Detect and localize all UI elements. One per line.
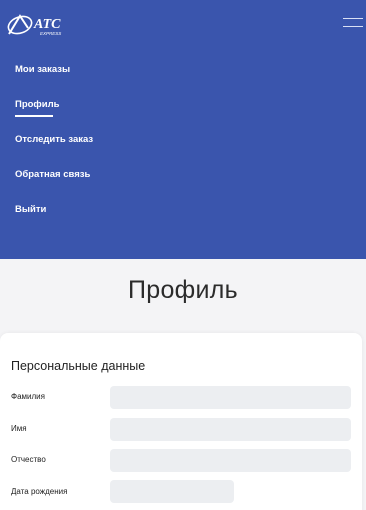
menu-item-track-order[interactable]: Отследить заказ [15,134,93,145]
menu-item-profile[interactable]: Профиль [15,99,59,117]
atc-express-logo[interactable]: ATC EXPRESS [6,10,72,38]
menu-item-logout[interactable]: Выйти [15,204,46,215]
svg-text:EXPRESS: EXPRESS [40,31,61,36]
svg-text:ATC: ATC [33,17,61,32]
personal-data-card: Персональные данные Фамилия Имя Отчество… [0,333,362,510]
last-name-field[interactable] [110,386,351,409]
hamburger-menu-icon[interactable] [343,14,363,30]
first-name-field[interactable] [110,418,351,441]
personal-data-title: Персональные данные [11,359,146,373]
navigation-panel: ATC EXPRESS Мои заказы Профиль Отследить… [0,0,366,259]
logo-mark-icon: ATC EXPRESS [7,14,61,36]
page-title: Профиль [127,276,239,304]
last-name-label: Фамилия [11,392,45,401]
menu-item-feedback[interactable]: Обратная связь [15,169,90,180]
birth-date-field[interactable] [110,480,234,503]
birth-date-label: Дата рождения [11,487,68,496]
menu-item-my-orders[interactable]: Мои заказы [15,64,70,75]
patronymic-label: Отчество [11,455,46,464]
first-name-label: Имя [11,424,27,433]
patronymic-field[interactable] [110,449,351,472]
